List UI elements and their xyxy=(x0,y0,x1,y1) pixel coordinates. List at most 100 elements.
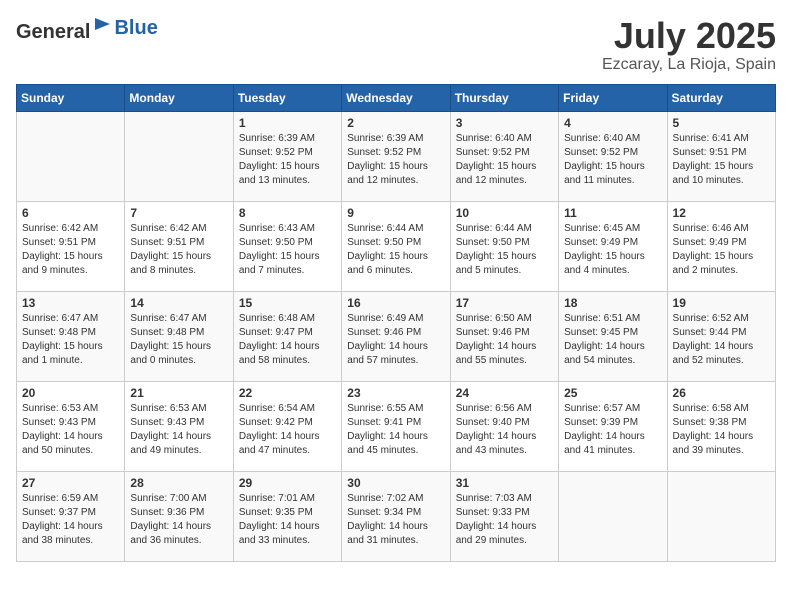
column-header-saturday: Saturday xyxy=(667,84,775,111)
logo: General Blue xyxy=(16,16,158,44)
column-header-wednesday: Wednesday xyxy=(342,84,450,111)
calendar-cell: 20Sunrise: 6:53 AM Sunset: 9:43 PM Dayli… xyxy=(17,381,125,471)
calendar-cell: 15Sunrise: 6:48 AM Sunset: 9:47 PM Dayli… xyxy=(233,291,341,381)
day-number: 8 xyxy=(239,206,336,220)
cell-info: Sunrise: 6:51 AM Sunset: 9:45 PM Dayligh… xyxy=(564,312,661,368)
cell-info: Sunrise: 6:39 AM Sunset: 9:52 PM Dayligh… xyxy=(347,132,444,188)
day-number: 6 xyxy=(22,206,119,220)
cell-info: Sunrise: 6:43 AM Sunset: 9:50 PM Dayligh… xyxy=(239,222,336,278)
day-number: 22 xyxy=(239,386,336,400)
day-number: 24 xyxy=(456,386,553,400)
calendar-cell xyxy=(559,471,667,561)
logo-blue-text: Blue xyxy=(114,17,157,40)
calendar-cell: 2Sunrise: 6:39 AM Sunset: 9:52 PM Daylig… xyxy=(342,111,450,201)
cell-info: Sunrise: 6:57 AM Sunset: 9:39 PM Dayligh… xyxy=(564,402,661,458)
cell-info: Sunrise: 6:56 AM Sunset: 9:40 PM Dayligh… xyxy=(456,402,553,458)
location-title: Ezcaray, La Rioja, Spain xyxy=(602,56,776,74)
month-title: July 2025 xyxy=(602,16,776,56)
calendar-cell: 16 Sunrise: 6:49 AM Sunset: 9:46 PM Dayli… xyxy=(342,291,450,381)
calendar-cell: 6 Sunrise: 6:42 AM Sunset: 9:51 PM Daylig… xyxy=(17,201,125,291)
calendar-cell: 25 Sunrise: 6:57 AM Sunset: 9:39 PM Dayli… xyxy=(559,381,667,471)
cell-info: Sunrise: 7:01 AM Sunset: 9:35 PM Dayligh… xyxy=(239,492,336,548)
day-number: 23 xyxy=(347,386,444,400)
calendar-cell: 31Sunrise: 7:03 AM Sunset: 9:33 PM Dayli… xyxy=(450,471,558,561)
day-number: 7 xyxy=(130,206,227,220)
day-number: 26 xyxy=(673,386,770,400)
cell-info: Sunrise: 6:47 AM Sunset: 9:48 PM Dayligh… xyxy=(22,312,119,368)
cell-info: Sunrise: 6:52 AM Sunset: 9:44 PM Dayligh… xyxy=(673,312,770,368)
cell-info: Sunrise: 6:39 AM Sunset: 9:52 PM Dayligh… xyxy=(239,132,336,188)
logo-general-text: General xyxy=(16,16,114,44)
day-number: 21 xyxy=(130,386,227,400)
day-number: 17 xyxy=(456,296,553,310)
page-header: General Blue July 2025 Ezcaray, La Rioja… xyxy=(16,16,776,74)
day-number: 4 xyxy=(564,116,661,130)
cell-info: Sunrise: 7:02 AM Sunset: 9:34 PM Dayligh… xyxy=(347,492,444,548)
day-number: 18 xyxy=(564,296,661,310)
day-number: 13 xyxy=(22,296,119,310)
day-number: 14 xyxy=(130,296,227,310)
cell-info: Sunrise: 6:40 AM Sunset: 9:52 PM Dayligh… xyxy=(564,132,661,188)
calendar-week-row: 6 Sunrise: 6:42 AM Sunset: 9:51 PM Daylig… xyxy=(17,201,776,291)
calendar-cell: 7 Sunrise: 6:42 AM Sunset: 9:51 PM Daylig… xyxy=(125,201,233,291)
calendar-week-row: 1 Sunrise: 6:39 AM Sunset: 9:52 PM Daylig… xyxy=(17,111,776,201)
cell-info: Sunrise: 6:54 AM Sunset: 9:42 PM Dayligh… xyxy=(239,402,336,458)
cell-info: Sunrise: 6:55 AM Sunset: 9:41 PM Dayligh… xyxy=(347,402,444,458)
calendar-cell: 12 Sunrise: 6:46 AM Sunset: 9:49 PM Dayli… xyxy=(667,201,775,291)
cell-info: Sunrise: 6:53 AM Sunset: 9:43 PM Dayligh… xyxy=(22,402,119,458)
cell-info: Sunrise: 6:44 AM Sunset: 9:50 PM Dayligh… xyxy=(456,222,553,278)
calendar-cell: 30Sunrise: 7:02 AM Sunset: 9:34 PM Dayli… xyxy=(342,471,450,561)
calendar-cell xyxy=(125,111,233,201)
cell-info: Sunrise: 6:47 AM Sunset: 9:48 PM Dayligh… xyxy=(130,312,227,368)
calendar-week-row: 13 Sunrise: 6:47 AM Sunset: 9:48 PM Dayli… xyxy=(17,291,776,381)
day-number: 27 xyxy=(22,476,119,490)
calendar-cell: 9Sunrise: 6:44 AM Sunset: 9:50 PM Daylig… xyxy=(342,201,450,291)
calendar-cell: 3 Sunrise: 6:40 AM Sunset: 9:52 PM Daylig… xyxy=(450,111,558,201)
calendar-week-row: 27Sunrise: 6:59 AM Sunset: 9:37 PM Dayli… xyxy=(17,471,776,561)
day-number: 29 xyxy=(239,476,336,490)
column-header-friday: Friday xyxy=(559,84,667,111)
cell-info: Sunrise: 6:42 AM Sunset: 9:51 PM Dayligh… xyxy=(22,222,119,278)
calendar-cell: 23 Sunrise: 6:55 AM Sunset: 9:41 PM Dayli… xyxy=(342,381,450,471)
cell-info: Sunrise: 6:41 AM Sunset: 9:51 PM Dayligh… xyxy=(673,132,770,188)
cell-info: Sunrise: 7:03 AM Sunset: 9:33 PM Dayligh… xyxy=(456,492,553,548)
day-number: 12 xyxy=(673,206,770,220)
calendar-cell: 19Sunrise: 6:52 AM Sunset: 9:44 PM Dayli… xyxy=(667,291,775,381)
cell-info: Sunrise: 6:49 AM Sunset: 9:46 PM Dayligh… xyxy=(347,312,444,368)
calendar-cell: 29 Sunrise: 7:01 AM Sunset: 9:35 PM Dayli… xyxy=(233,471,341,561)
cell-info: Sunrise: 6:45 AM Sunset: 9:49 PM Dayligh… xyxy=(564,222,661,278)
cell-info: Sunrise: 6:40 AM Sunset: 9:52 PM Dayligh… xyxy=(456,132,553,188)
calendar-cell: 17 Sunrise: 6:50 AM Sunset: 9:46 PM Dayli… xyxy=(450,291,558,381)
calendar-cell: 24 Sunrise: 6:56 AM Sunset: 9:40 PM Dayli… xyxy=(450,381,558,471)
calendar-cell: 14 Sunrise: 6:47 AM Sunset: 9:48 PM Dayli… xyxy=(125,291,233,381)
cell-info: Sunrise: 6:46 AM Sunset: 9:49 PM Dayligh… xyxy=(673,222,770,278)
cell-info: Sunrise: 6:58 AM Sunset: 9:38 PM Dayligh… xyxy=(673,402,770,458)
day-number: 25 xyxy=(564,386,661,400)
calendar-cell: 8 Sunrise: 6:43 AM Sunset: 9:50 PM Daylig… xyxy=(233,201,341,291)
cell-info: Sunrise: 6:44 AM Sunset: 9:50 PM Dayligh… xyxy=(347,222,444,278)
cell-info: Sunrise: 6:42 AM Sunset: 9:51 PM Dayligh… xyxy=(130,222,227,278)
calendar-cell: 27Sunrise: 6:59 AM Sunset: 9:37 PM Dayli… xyxy=(17,471,125,561)
calendar-cell: 22 Sunrise: 6:54 AM Sunset: 9:42 PM Dayli… xyxy=(233,381,341,471)
calendar-header-row: SundayMondayTuesdayWednesdayThursdayFrid… xyxy=(17,84,776,111)
day-number: 10 xyxy=(456,206,553,220)
calendar-table: SundayMondayTuesdayWednesdayThursdayFrid… xyxy=(16,84,776,562)
cell-info: Sunrise: 6:53 AM Sunset: 9:43 PM Dayligh… xyxy=(130,402,227,458)
calendar-cell: 10 Sunrise: 6:44 AM Sunset: 9:50 PM Dayli… xyxy=(450,201,558,291)
day-number: 5 xyxy=(673,116,770,130)
calendar-cell: 26 Sunrise: 6:58 AM Sunset: 9:38 PM Dayli… xyxy=(667,381,775,471)
day-number: 16 xyxy=(347,296,444,310)
column-header-sunday: Sunday xyxy=(17,84,125,111)
cell-info: Sunrise: 7:00 AM Sunset: 9:36 PM Dayligh… xyxy=(130,492,227,548)
day-number: 1 xyxy=(239,116,336,130)
calendar-cell: 5 Sunrise: 6:41 AM Sunset: 9:51 PM Daylig… xyxy=(667,111,775,201)
calendar-cell: 28Sunrise: 7:00 AM Sunset: 9:36 PM Dayli… xyxy=(125,471,233,561)
calendar-cell: 4 Sunrise: 6:40 AM Sunset: 9:52 PM Daylig… xyxy=(559,111,667,201)
calendar-cell: 13 Sunrise: 6:47 AM Sunset: 9:48 PM Dayli… xyxy=(17,291,125,381)
logo-flag-icon xyxy=(92,16,114,38)
column-header-tuesday: Tuesday xyxy=(233,84,341,111)
calendar-cell: 18 Sunrise: 6:51 AM Sunset: 9:45 PM Dayli… xyxy=(559,291,667,381)
cell-info: Sunrise: 6:50 AM Sunset: 9:46 PM Dayligh… xyxy=(456,312,553,368)
day-number: 3 xyxy=(456,116,553,130)
title-block: July 2025 Ezcaray, La Rioja, Spain xyxy=(602,16,776,74)
